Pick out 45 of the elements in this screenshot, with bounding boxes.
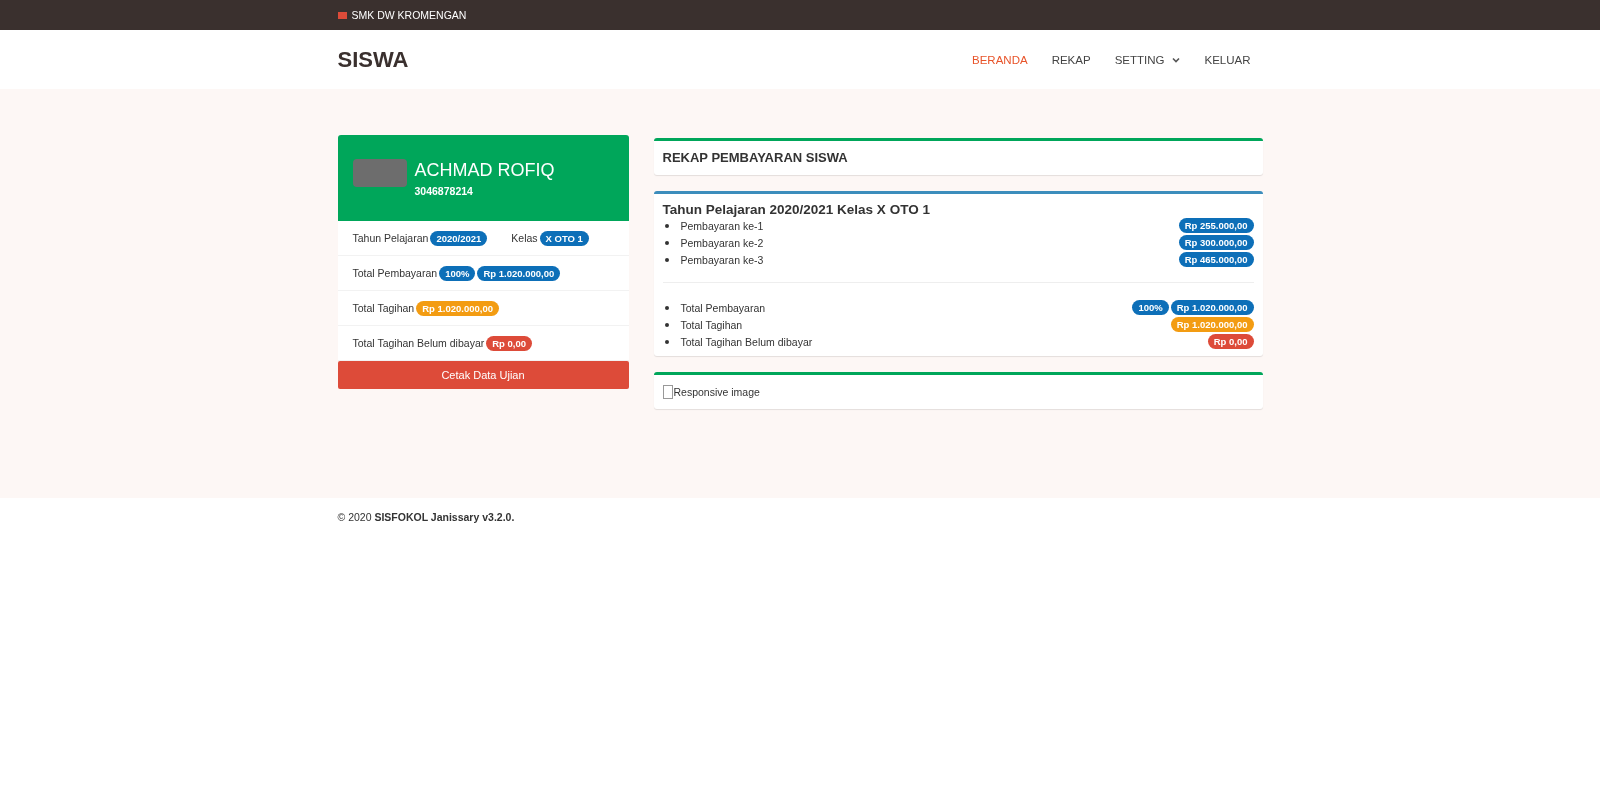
print-button[interactable]: Cetak Data Ujian [337, 361, 629, 389]
bullet-icon [664, 339, 669, 344]
info-label: Total Pembayaran [352, 267, 438, 279]
value-badge: 2020/2021 [430, 230, 488, 246]
photo-placeholder [352, 159, 407, 187]
nav-link[interactable]: KELUAR [1204, 53, 1251, 66]
nav-link[interactable]: BERANDA [972, 53, 1028, 66]
total-label: Total Pembayaran [680, 301, 766, 314]
amount-badge: Rp 0,00 [1207, 334, 1254, 349]
amount-badge: Rp 255.000,00 [1178, 218, 1254, 233]
info-label: Total Tagihan Belum dibayar [352, 337, 485, 349]
amount-badge: Rp 300.000,00 [1178, 235, 1254, 250]
bullet-icon [664, 223, 669, 228]
payment-label: Pembayaran ke-1 [680, 219, 764, 232]
footer-text: © 2020 SISFOKOL Janissary v3.2.0. [337, 511, 515, 523]
brand-title: SISWA [337, 46, 409, 73]
amount-badge: Rp 465.000,00 [1178, 252, 1254, 267]
school-name: SMK DW KROMENGAN [351, 9, 467, 21]
total-label: Total Tagihan Belum dibayar [680, 335, 813, 348]
bullet-icon [664, 240, 669, 245]
info-label: Tahun Pelajaran [352, 232, 429, 244]
info-label: Kelas [511, 232, 538, 244]
value-badge: Rp 0,00 [486, 335, 533, 351]
value-badge: X OTO 1 [539, 230, 589, 246]
student-name: ACHMAD ROFIQ [414, 159, 555, 181]
bullet-icon [664, 257, 669, 262]
nav-link[interactable]: REKAP [1051, 53, 1091, 66]
bullet-icon [664, 305, 669, 310]
nav-link[interactable]: SETTING [1114, 53, 1181, 66]
amount-badge: 100% [1132, 300, 1169, 315]
amount-badge: Rp 1.020.000,00 [1170, 300, 1254, 315]
value-badge: Rp 1.020.000,00 [416, 300, 499, 316]
image-alt-text: Responsive image [673, 386, 760, 398]
amount-badge: Rp 1.020.000,00 [1170, 317, 1254, 332]
student-id: 3046878214 [414, 184, 474, 197]
section-heading: Tahun Pelajaran 2020/2021 Kelas X OTO 1 [662, 201, 931, 217]
payment-label: Pembayaran ke-2 [680, 236, 764, 249]
payment-label: Pembayaran ke-3 [680, 253, 764, 266]
value-badge: Rp 1.020.000,00 [477, 265, 561, 281]
broken-image-icon [662, 385, 673, 399]
card-title: REKAP PEMBAYARAN SISWA [662, 149, 849, 167]
total-label: Total Tagihan [680, 318, 743, 331]
info-label: Total Tagihan [352, 302, 415, 314]
bullet-icon [664, 322, 669, 327]
value-badge: 100% [439, 265, 476, 281]
